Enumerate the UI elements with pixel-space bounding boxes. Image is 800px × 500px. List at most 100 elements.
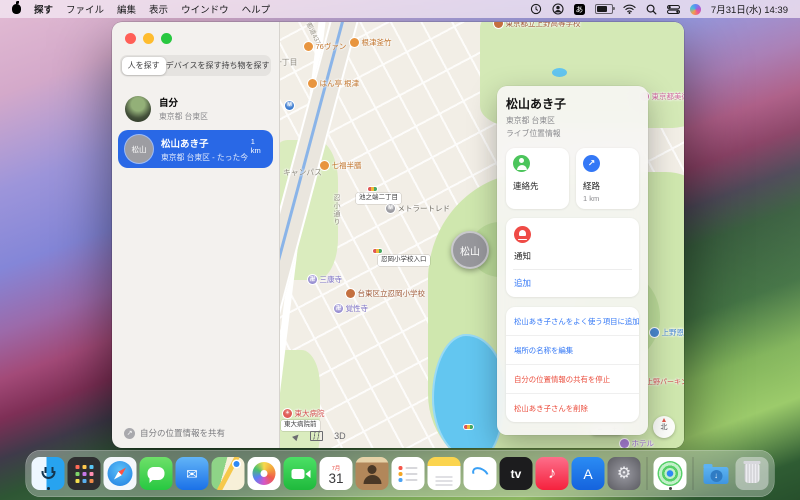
menu-item-2[interactable]: ファイル	[66, 2, 104, 16]
zoom-button[interactable]	[161, 33, 172, 44]
panel-title: 松山あき子	[506, 95, 639, 112]
map-3d-button[interactable]: 3D	[334, 431, 346, 441]
map-label-text: 一丁目	[280, 59, 297, 67]
panel-subtitle: 東京都 台東区	[506, 115, 639, 126]
segmented-control: 人を探すデバイスを探す持ち物を探す	[120, 55, 271, 76]
action-row-3[interactable]: 自分の位置情報の共有を停止	[506, 364, 639, 393]
directions-button[interactable]: ↗ 経路 1 km	[576, 148, 639, 209]
input-source-icon[interactable]: あ	[574, 4, 585, 15]
dock-photos-icon[interactable]	[248, 457, 281, 490]
dock-contacts-icon[interactable]	[356, 457, 389, 490]
metro-icon: M	[285, 101, 294, 110]
map-label-池之端二丁目: 池之端二丁目	[356, 193, 401, 204]
person-detail: 東京都 台東区	[159, 111, 208, 122]
wine-icon	[304, 42, 313, 51]
dock-safari-icon[interactable]	[104, 457, 137, 490]
spotlight-search-icon[interactable]	[646, 4, 657, 15]
share-location-row[interactable]: ↗ 自分の位置情報を共有	[124, 427, 225, 439]
map-view[interactable]: 都道43776ヴァン根津釜竹はん亭 根津一丁目七福半膳キャンパス忍小通り池之端二…	[280, 22, 684, 448]
action-row-2[interactable]: 場所の名称を編集	[506, 335, 639, 364]
menu-item-1[interactable]: 探す	[34, 2, 53, 16]
person-location-marker[interactable]: 松山	[451, 231, 489, 269]
dock-downloads-icon[interactable]	[700, 457, 733, 490]
dock-mail-icon[interactable]: ✉	[176, 457, 209, 490]
map-label-text: はん亭 根津	[320, 80, 360, 88]
dock-maps-icon[interactable]	[212, 457, 245, 490]
menu-item-5[interactable]: ウインドウ	[181, 2, 229, 16]
siri-icon[interactable]	[690, 4, 701, 15]
menu-item-4[interactable]: 表示	[149, 2, 168, 16]
person-meta: 松山あき子東京都 台東区 - たった今	[161, 136, 243, 163]
menu-bar-clock[interactable]: 7月31日(水) 14:39	[711, 2, 788, 16]
tab-2[interactable]: デバイスを探す	[166, 57, 222, 75]
map-label-text: ホテル	[632, 440, 655, 448]
map-label-text: 池之端二丁目	[359, 195, 398, 202]
share-location-icon: ↗	[124, 428, 135, 439]
dock-findmy-icon[interactable]	[654, 457, 687, 490]
directions-distance: 1 km	[583, 194, 632, 203]
person-distance: 1 km	[251, 135, 266, 155]
temple-icon: 卍	[308, 275, 317, 284]
contact-button[interactable]: 連絡先	[506, 148, 569, 209]
dock-facetime-icon[interactable]	[284, 457, 317, 490]
map-label-覚性寺: 卍覚性寺	[334, 304, 368, 313]
school-icon	[346, 289, 355, 298]
user-account-icon[interactable]	[552, 3, 564, 15]
menu-item-3[interactable]: 編集	[117, 2, 136, 16]
pond	[432, 334, 506, 448]
dock-reminders-icon[interactable]	[392, 457, 425, 490]
close-button[interactable]	[125, 33, 136, 44]
focus-clock-icon[interactable]	[530, 3, 542, 15]
restaurant-icon	[350, 38, 359, 47]
add-notification-button[interactable]: 追加	[514, 270, 631, 297]
tab-3[interactable]: 持ち物を探す	[222, 57, 270, 75]
compass[interactable]: 北	[653, 416, 675, 438]
tab-1[interactable]: 人を探す	[122, 57, 166, 75]
person-detail: 東京都 台東区 - たった今	[161, 152, 243, 163]
map-label-上野恩賜公園: 上野恩賜公園	[650, 328, 684, 337]
temple-icon: 卍	[334, 304, 343, 313]
apple-menu-icon[interactable]	[12, 4, 21, 14]
avatar	[125, 96, 151, 122]
map-label-忍岡小学校入口: 忍岡小学校入口	[378, 255, 430, 266]
person-name: 自分	[159, 95, 208, 109]
dock-freeform-icon[interactable]	[464, 457, 497, 490]
map-label-text: 三康寺	[320, 276, 343, 284]
map-label-metro: M	[285, 101, 294, 110]
battery-icon[interactable]	[595, 4, 613, 14]
person-row-2[interactable]: 松山松山あき子東京都 台東区 - たった今1 km	[118, 130, 273, 168]
actions-card: 松山あき子さんをよく使う項目に追加場所の名称を編集自分の位置情報の共有を停止松山…	[506, 307, 639, 422]
map-label-上野パーキング: 上野パーキング	[646, 379, 684, 386]
map-label-text: 忍岡小学校入口	[381, 257, 427, 264]
dock-tv-icon[interactable]: tv	[500, 457, 533, 490]
map-label-text: 東大病院前	[284, 422, 317, 429]
metro-icon: M	[386, 204, 395, 213]
menu-item-6[interactable]: ヘルプ	[242, 2, 271, 16]
minimize-button[interactable]	[143, 33, 154, 44]
control-center-icon[interactable]	[667, 5, 680, 14]
dock-calendar-icon[interactable]: 7月31	[320, 457, 353, 490]
hospital-icon: +	[283, 409, 292, 418]
action-row-1[interactable]: 松山あき子さんをよく使う項目に追加	[506, 307, 639, 335]
dock-notes-icon[interactable]	[428, 457, 461, 490]
person-row-1[interactable]: 自分東京都 台東区	[118, 90, 273, 127]
dock-settings-icon[interactable]: ⚙	[608, 457, 641, 490]
dock-finder-icon[interactable]	[32, 457, 65, 490]
action-row-4[interactable]: 松山あき子さんを削除	[506, 393, 639, 422]
dock-launchpad-icon[interactable]	[68, 457, 101, 490]
dock-music-icon[interactable]: ♪	[536, 457, 569, 490]
dock-messages-icon[interactable]	[140, 457, 173, 490]
map-mode-button[interactable]	[310, 431, 323, 441]
current-location-button[interactable]: ▶	[291, 431, 302, 442]
map-label-三康寺: 卍三康寺	[308, 275, 342, 284]
bus-stop-icon	[464, 425, 473, 429]
dock-appstore-icon[interactable]: A	[572, 457, 605, 490]
map-label-text: 忍小通り	[333, 194, 340, 226]
notifications-label: 通知	[514, 250, 631, 262]
contact-icon	[513, 155, 530, 172]
map-label-text: メトラートレド	[398, 205, 451, 213]
wifi-icon[interactable]	[623, 4, 636, 14]
dock-trash-icon[interactable]	[736, 457, 769, 490]
map-label-台東区立忍岡小学校: 台東区立忍岡小学校	[346, 289, 425, 298]
person-name: 松山あき子	[161, 136, 243, 150]
